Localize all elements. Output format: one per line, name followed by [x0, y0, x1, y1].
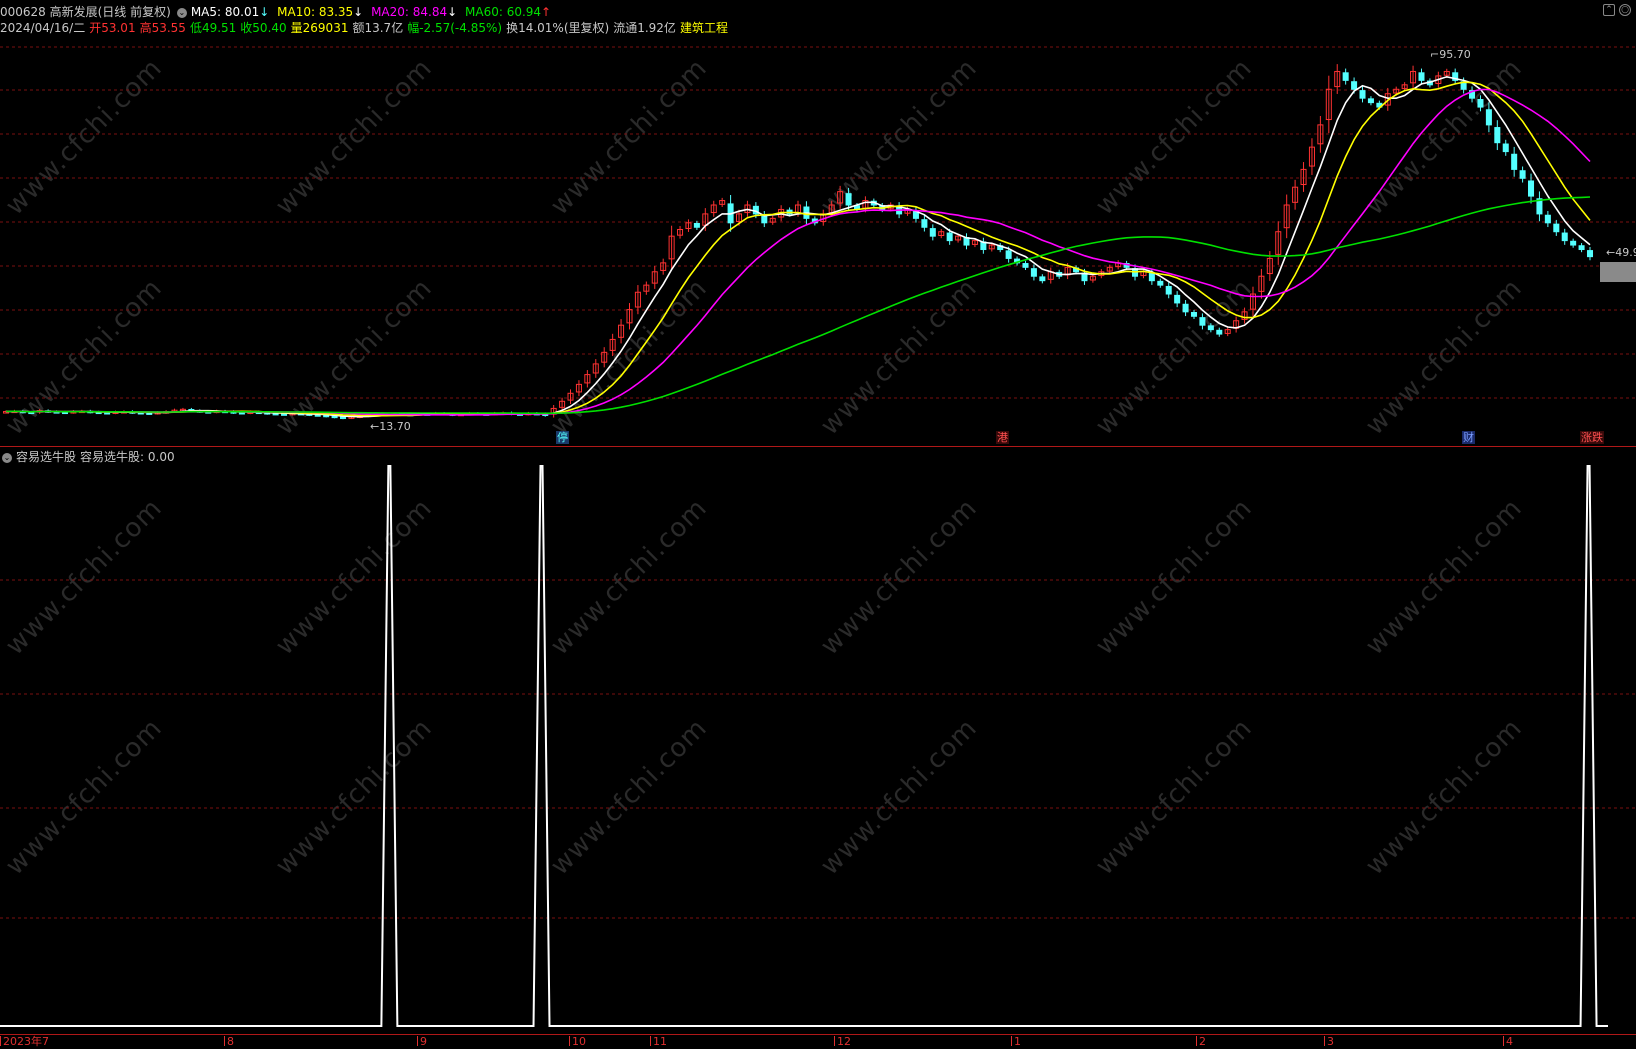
candle-body	[1570, 240, 1577, 246]
close-value: 收50.40	[240, 21, 287, 35]
settings-icon[interactable]: ○	[1619, 4, 1631, 16]
candle-body	[1519, 170, 1526, 179]
x-tick: 4	[1503, 1035, 1513, 1048]
event-marker-limit[interactable]: 涨跌	[1580, 431, 1604, 444]
candle-body	[1199, 317, 1206, 326]
candle-body	[1485, 109, 1492, 126]
candle-body	[1157, 280, 1164, 286]
indicator-grid	[0, 579, 1636, 919]
candle-body	[1148, 272, 1155, 282]
candle-body	[1030, 268, 1037, 277]
candle-body	[1342, 72, 1349, 81]
event-marker-suspend[interactable]: 停	[556, 431, 569, 444]
candle-body	[1544, 214, 1551, 224]
indicator-header: ⌄ 容易选牛股 容易选牛股: 0.00	[0, 448, 179, 466]
candle-body	[1182, 303, 1189, 313]
x-tick: 1	[1011, 1035, 1021, 1048]
indicator-chart[interactable]	[0, 446, 1636, 1049]
arrow-up-icon: ↑	[541, 5, 552, 19]
ma5-value: MA5: 80.01	[190, 5, 260, 19]
candle-body	[1216, 329, 1223, 335]
event-marker-finance[interactable]: 财	[1462, 431, 1475, 444]
candle-body	[1418, 72, 1425, 81]
ma20-value: MA20: 84.84	[371, 5, 448, 19]
indicator-value: 容易选牛股: 0.00	[80, 450, 175, 464]
high-value: 高53.55	[139, 21, 186, 35]
panel-divider	[0, 446, 1636, 447]
candle-body	[1553, 223, 1560, 233]
low-price-label: ←13.70	[370, 420, 411, 433]
candle-body	[1477, 99, 1484, 108]
price-scroll-block[interactable]	[1600, 262, 1636, 282]
candle-body	[1207, 325, 1214, 331]
arrow-down-icon: ↓	[447, 5, 458, 19]
candle-body	[1561, 232, 1568, 242]
stock-title: 000628 高新发展(日线 前复权)	[0, 5, 171, 19]
ma10-line	[5, 81, 1591, 417]
ma20-line	[5, 88, 1591, 416]
x-axis: 2023年7 8 9 10 11 12 1 2 3 4	[0, 1034, 1636, 1049]
candle-body	[340, 416, 347, 420]
ma60-value: MA60: 60.94	[465, 5, 542, 19]
ma10-value: MA10: 83.35	[277, 5, 354, 19]
volume-value: 量269031	[290, 21, 349, 35]
arrow-down-icon: ↓	[259, 5, 270, 19]
candle-body	[1359, 90, 1366, 99]
open-value: 开53.01	[89, 21, 136, 35]
float-value: 流通1.92亿	[613, 21, 676, 35]
candle-body	[1494, 127, 1501, 144]
candle-body	[1367, 98, 1374, 104]
candle-body	[1586, 250, 1594, 258]
candle-body	[1005, 250, 1012, 259]
candle-body	[1165, 285, 1172, 295]
candle-body	[331, 415, 338, 419]
ma5-line	[5, 75, 1591, 418]
price-chart[interactable]	[0, 0, 1636, 446]
x-tick: 2023年7	[0, 1035, 49, 1048]
candle-body	[1351, 81, 1358, 90]
sector-link[interactable]: 建筑工程	[680, 21, 728, 35]
candle-body	[1039, 276, 1046, 282]
candle-body	[946, 232, 953, 242]
event-marker-hk[interactable]: 港	[996, 431, 1009, 444]
change-value: 幅-2.57(-4.85%)	[407, 21, 503, 35]
last-price-label: ←49.90	[1606, 246, 1636, 259]
candle-body	[1502, 143, 1509, 153]
candle-body	[1528, 180, 1535, 197]
low-value: 低49.51	[189, 21, 237, 35]
quote-detail: 2024/04/16/二 开53.01 高53.55 低49.51 收50.40 量269…	[0, 19, 732, 37]
candle-body	[929, 228, 936, 237]
turnover-value: 换14.01%(里复权)	[506, 21, 610, 35]
amount-value: 额13.7亿	[352, 21, 404, 35]
candle-body	[693, 222, 700, 228]
x-tick: 8	[224, 1035, 234, 1048]
x-tick: 3	[1324, 1035, 1334, 1048]
x-tick: 2	[1196, 1035, 1206, 1048]
x-tick: 9	[417, 1035, 427, 1048]
candle-body	[845, 193, 852, 206]
high-price-label: ⌐95.70	[1430, 48, 1471, 61]
x-tick: 12	[834, 1035, 851, 1048]
candle-body	[921, 219, 928, 228]
candle-body	[281, 413, 288, 416]
candle-body	[1022, 263, 1029, 268]
candlesticks	[2, 64, 1594, 420]
collapse-icon[interactable]: ⌄	[2, 452, 12, 463]
arrow-down-icon: ↓	[353, 5, 364, 19]
collapse-up-icon[interactable]: ⌃	[1603, 4, 1615, 16]
indicator-line	[0, 465, 1608, 1027]
candle-body	[1511, 153, 1518, 170]
x-tick: 11	[650, 1035, 667, 1048]
collapse-icon[interactable]: ⌄	[176, 7, 187, 18]
date-label: 2024/04/16/二	[0, 21, 86, 35]
moving-averages	[5, 75, 1591, 418]
indicator-name[interactable]: 容易选牛股	[16, 450, 76, 464]
candle-body	[1578, 245, 1585, 251]
candle-body	[1190, 312, 1198, 317]
x-tick: 10	[569, 1035, 586, 1048]
candle-body	[1174, 294, 1181, 304]
